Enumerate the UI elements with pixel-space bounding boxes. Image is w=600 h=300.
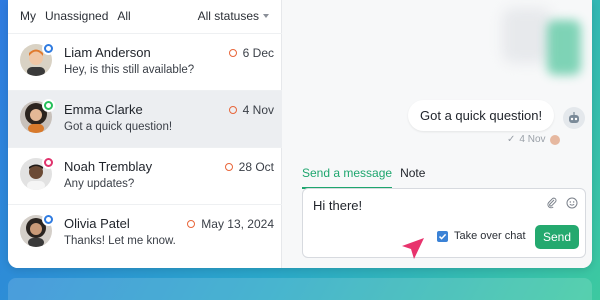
contact-name: Noah Tremblay — [64, 159, 153, 174]
blurred-button — [547, 20, 581, 75]
date-text: May 13, 2024 — [201, 217, 274, 231]
message-timestamp: 4 Nov — [519, 134, 546, 145]
emoji-icon[interactable] — [565, 196, 579, 210]
message-meta: ✓ 4 Nov — [507, 134, 560, 145]
date-text: 28 Oct — [238, 160, 274, 174]
chat-bubble: Got a quick question! — [408, 100, 555, 131]
status-ring-icon — [187, 220, 196, 228]
filter-tab-unassigned[interactable]: Unassigned — [45, 9, 108, 23]
status-ring-icon — [228, 106, 237, 114]
checkbox-checked-icon[interactable] — [437, 230, 448, 242]
filter-bar: My Unassigned All All statuses — [8, 0, 281, 32]
pointer-cursor-icon — [400, 236, 426, 267]
messenger-icon — [42, 213, 55, 226]
composer-text[interactable]: Hi there! — [313, 198, 362, 213]
contact-name: Olivia Patel — [64, 216, 130, 231]
chat-panel: Got a quick question! ✓ 4 Nov Send a mes… — [282, 0, 592, 268]
tab-note[interactable]: Note — [400, 166, 425, 189]
bot-avatar-icon — [563, 107, 585, 129]
composer-tabs: Send a message Note — [302, 166, 425, 189]
last-message: Hey, is this still available? — [64, 64, 195, 76]
agent-avatar-icon — [549, 134, 560, 145]
status-filter-dropdown[interactable]: All statuses — [198, 9, 269, 23]
whatsapp-icon — [42, 99, 55, 112]
instagram-icon — [42, 156, 55, 169]
chevron-down-icon — [263, 14, 269, 18]
message-composer[interactable]: Hi there! Take over chat Send — [302, 188, 586, 258]
take-over-chat-toggle[interactable]: Take over chat — [437, 230, 526, 242]
conversation-item[interactable]: Emma Clarke Got a quick question! 4 Nov — [8, 90, 282, 147]
contact-name: Emma Clarke — [64, 102, 143, 117]
status-ring-icon — [224, 163, 233, 171]
inbox-card: My Unassigned All All statuses Liam Ande… — [8, 0, 592, 268]
date-text: 6 Dec — [242, 46, 274, 60]
filter-tab-my[interactable]: My — [20, 9, 36, 23]
conversation-date: 6 Dec — [228, 46, 274, 60]
conversation-list-panel: My Unassigned All All statuses Liam Ande… — [8, 0, 282, 268]
check-icon: ✓ — [507, 134, 516, 145]
last-message: Got a quick question! — [64, 121, 173, 133]
background-panel — [8, 278, 592, 300]
bubble-text: Got a quick question! — [420, 108, 543, 123]
tab-send-message[interactable]: Send a message — [302, 166, 393, 189]
take-over-chat-label: Take over chat — [454, 230, 526, 242]
status-filter-label: All statuses — [197, 9, 259, 23]
messenger-icon — [42, 42, 55, 55]
conversation-date: 4 Nov — [228, 103, 274, 117]
contact-name: Liam Anderson — [64, 45, 151, 60]
conversation-item[interactable]: Olivia Patel Thanks! Let me know. May 13… — [8, 204, 282, 261]
date-text: 4 Nov — [242, 103, 274, 117]
composer-icons — [545, 196, 579, 210]
conversation-item[interactable]: Liam Anderson Hey, is this still availab… — [8, 33, 282, 90]
conversation-date: 28 Oct — [224, 160, 274, 174]
attachment-icon[interactable] — [545, 196, 559, 210]
conversation-date: May 13, 2024 — [187, 217, 274, 231]
last-message: Thanks! Let me know. — [64, 235, 176, 247]
conversation-item[interactable]: Noah Tremblay Any updates? 28 Oct — [8, 147, 282, 204]
filter-tab-all[interactable]: All — [117, 9, 130, 23]
send-button[interactable]: Send — [535, 225, 579, 249]
last-message: Any updates? — [64, 178, 135, 190]
status-ring-icon — [228, 49, 237, 57]
blurred-message — [502, 8, 552, 63]
